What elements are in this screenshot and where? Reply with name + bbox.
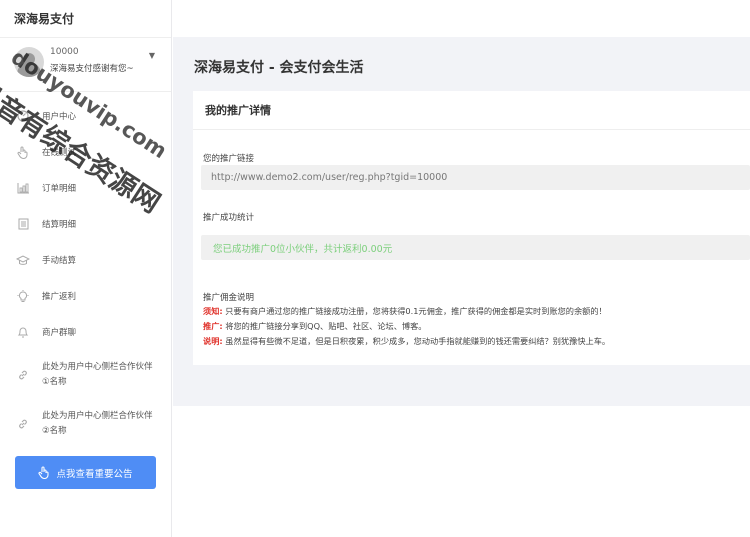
sidebar-menu: 用户中心 在线测试 订单明细 结算明细 手动结算 推广返利 商户群聊 此处为用户… [0, 98, 171, 448]
hand-pointer-icon [16, 145, 30, 159]
desc-tag: 说明: [203, 336, 223, 346]
desc-tag: 须知: [203, 306, 223, 316]
hand-pointer-icon [38, 466, 50, 479]
link-icon [16, 368, 30, 382]
user-panel[interactable]: 10000 深海易支付感谢有您~ ▼ [0, 38, 171, 92]
sidebar-item-referral[interactable]: 推广返利 [0, 278, 171, 314]
sidebar-item-label: 用户中心 [42, 112, 77, 122]
sidebar-item-label: 在线测试 [42, 148, 77, 158]
sidebar-item-label: 此处为用户中心侧栏合作伙伴①名称 [42, 361, 153, 387]
sidebar-item-online-test[interactable]: 在线测试 [0, 134, 171, 170]
avatar [14, 47, 44, 77]
link-icon [16, 417, 30, 431]
page-title: 深海易支付 - 会支付会生活 [194, 60, 364, 76]
lightbulb-icon [16, 289, 30, 303]
stat-box: 您已成功推广0位小伙伴，共计返利0.00元 [201, 235, 750, 260]
bell-icon [16, 325, 30, 339]
user-name: 深海易支付感谢有您~ [50, 64, 134, 74]
referral-card: 我的推广详情 您的推广链接 http://www.demo2.com/user/… [193, 91, 750, 365]
notice-button[interactable]: 点我查看重要公告 [15, 456, 156, 489]
user-id: 10000 [50, 47, 79, 57]
desc-text: 只要有商户通过您的推广链接成功注册，您将获得0.1元佣金，推广获得的佣金都是实时… [225, 306, 607, 316]
sidebar-item-settlements[interactable]: 结算明细 [0, 206, 171, 242]
footer-area [173, 406, 750, 537]
desc-explain: 说明: 虽然显得有些微不足道，但是日积夜累，积少成多，您动动手指就能赚到的钱还需… [203, 335, 610, 347]
sidebar-item-label: 此处为用户中心侧栏合作伙伴②名称 [42, 410, 153, 436]
document-icon [16, 217, 30, 231]
desc-label: 推广佣金说明 [203, 293, 255, 303]
desc-text: 将您的推广链接分享到QQ、贴吧、社区、论坛、博客。 [225, 321, 427, 331]
sidebar-item-label: 手动结算 [42, 256, 77, 266]
sidebar-item-user-center[interactable]: 用户中心 [0, 98, 171, 134]
notice-button-label: 点我查看重要公告 [56, 468, 133, 480]
sidebar-item-label: 推广返利 [42, 292, 77, 302]
sidebar-item-merchant-chat[interactable]: 商户群聊 [0, 314, 171, 350]
referral-link-value: http://www.demo2.com/user/reg.php?tgid=1… [211, 172, 448, 183]
sidebar: 深海易支付 10000 深海易支付感谢有您~ ▼ 用户中心 在线测试 订单明细 [0, 0, 172, 537]
stat-label: 推广成功统计 [203, 213, 255, 223]
desc-promote: 推广: 将您的推广链接分享到QQ、贴吧、社区、论坛、博客。 [203, 320, 426, 332]
card-title: 我的推广详情 [193, 91, 750, 130]
desc-tag: 推广: [203, 321, 223, 331]
desc-text: 虽然显得有些微不足道，但是日积夜累，积少成多，您动动手指就能赚到的钱还需要纠结？… [225, 336, 611, 346]
bar-chart-icon [16, 181, 30, 195]
sidebar-item-orders[interactable]: 订单明细 [0, 170, 171, 206]
sidebar-item-manual-settle[interactable]: 手动结算 [0, 242, 171, 278]
main-content: 深海易支付 - 会支付会生活 我的推广详情 您的推广链接 http://www.… [173, 0, 750, 537]
stat-value: 您已成功推广0位小伙伴，共计返利0.00元 [213, 243, 393, 255]
sidebar-item-label: 订单明细 [42, 184, 77, 194]
desc-notice: 须知: 只要有商户通过您的推广链接成功注册，您将获得0.1元佣金，推广获得的佣金… [203, 305, 607, 317]
dashboard-icon [16, 109, 30, 123]
sidebar-item-partner-1[interactable]: 此处为用户中心侧栏合作伙伴①名称 [0, 350, 171, 399]
chevron-down-icon[interactable]: ▼ [149, 51, 155, 60]
sidebar-item-label: 商户群聊 [42, 328, 77, 338]
graduation-cap-icon [16, 253, 30, 267]
sidebar-item-partner-2[interactable]: 此处为用户中心侧栏合作伙伴②名称 [0, 399, 171, 448]
referral-link-field[interactable]: http://www.demo2.com/user/reg.php?tgid=1… [201, 165, 750, 190]
sidebar-item-label: 结算明细 [42, 220, 77, 230]
brand-title: 深海易支付 [0, 0, 171, 38]
link-label: 您的推广链接 [203, 154, 255, 164]
top-bar [173, 0, 750, 37]
